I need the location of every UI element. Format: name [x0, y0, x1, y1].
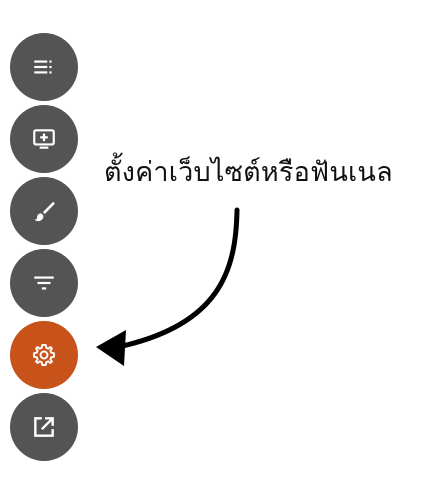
filter-icon: [34, 276, 54, 290]
add-screen-button[interactable]: [10, 105, 78, 173]
open-external-icon: [34, 417, 54, 437]
settings-button[interactable]: [10, 321, 78, 389]
side-toolbar: [10, 33, 78, 465]
brush-icon: [34, 201, 55, 222]
callout-text: ตั้งค่าเว็บไซต์หรือฟันเนล: [104, 157, 393, 188]
open-external-button[interactable]: [10, 393, 78, 461]
list-button[interactable]: [10, 33, 78, 101]
monitor-add-icon: [33, 129, 55, 149]
design-button[interactable]: [10, 177, 78, 245]
gear-icon: [33, 344, 55, 366]
filter-button[interactable]: [10, 249, 78, 317]
list-icon: [34, 60, 52, 74]
